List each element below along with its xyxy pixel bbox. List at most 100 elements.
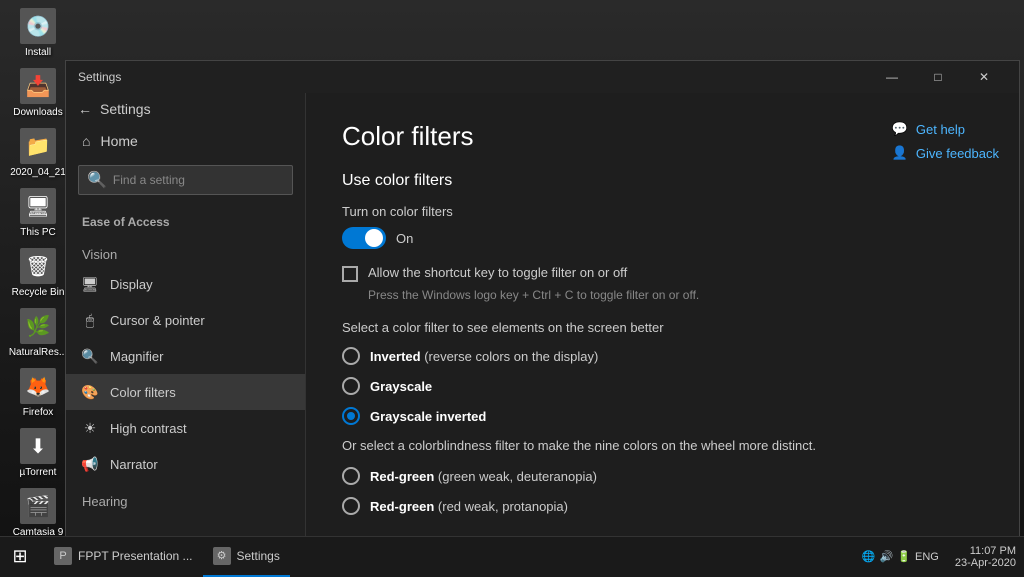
taskbar-item-fppt[interactable]: P FPPT Presentation ... (44, 537, 203, 577)
radio-grayscale-button[interactable] (342, 377, 360, 395)
toggle-row: On (342, 227, 983, 249)
radio-grayscale-inverted-label: Grayscale inverted (370, 409, 486, 424)
settings-taskbar-label: Settings (237, 549, 280, 563)
hearing-header: Hearing (66, 482, 305, 513)
radio-redgreen-protanopia: Red-green (red weak, protanopia) (342, 497, 983, 515)
settings-window: Settings — □ ✕ ← Settings ⌂ Home 🔍 (65, 60, 1020, 550)
give-feedback-icon: 👤 (892, 145, 908, 161)
taskbar: ⊞ P FPPT Presentation ... ⚙ Settings 🌐 🔊… (0, 536, 1024, 576)
desktop-icon-downloads[interactable]: 📥 Downloads (8, 68, 68, 118)
sidebar-title: Settings (100, 101, 151, 117)
sidebar-home-item[interactable]: ⌂ Home (66, 125, 305, 157)
clock-time: 11:07 PM (970, 545, 1016, 557)
give-feedback-label: Give feedback (916, 146, 999, 161)
radio-redgreen-protanopia-button[interactable] (342, 497, 360, 515)
get-help-label: Get help (916, 122, 965, 137)
radio-grayscale-label: Grayscale (370, 379, 432, 394)
display-icon: 🖥 (82, 276, 98, 292)
clock-date: 23-Apr-2020 (955, 557, 1016, 569)
maximize-button[interactable]: □ (915, 61, 961, 93)
taskbar-items: P FPPT Presentation ... ⚙ Settings (40, 537, 862, 577)
desktop-icon-naturalres[interactable]: 🌿 NaturalRes... (8, 308, 68, 358)
radio-inverted-label: Inverted (reverse colors on the display) (370, 349, 598, 364)
toggle-state-label: On (396, 231, 413, 246)
section-title: Use color filters (342, 172, 983, 190)
desktop-icon-folder[interactable]: 📁 2020_04_21 (8, 128, 68, 178)
colorblind-prompt: Or select a colorblindness filter to mak… (342, 437, 983, 455)
get-help-icon: 💬 (892, 121, 908, 137)
settings-icon: ⚙ (213, 547, 231, 565)
desktop-icon-utorrent[interactable]: ⬇ µTorrent (8, 428, 68, 478)
tray-battery-icon: 🔋 (897, 550, 911, 563)
radio-inverted: Inverted (reverse colors on the display) (342, 347, 983, 365)
radio-redgreen-weak: Red-green (green weak, deuteranopia) (342, 467, 983, 485)
minimize-button[interactable]: — (869, 61, 915, 93)
highcontrast-label: High contrast (110, 421, 187, 436)
colorfilters-label: Color filters (110, 385, 176, 400)
sidebar-back-button[interactable]: ← Settings (66, 93, 305, 125)
search-input[interactable] (113, 173, 284, 187)
desktop-icon-camtasia[interactable]: 🎬 Camtasia 9 (8, 488, 68, 538)
tray-volume-icon: 🔊 (880, 550, 894, 563)
radio-redgreen-weak-button[interactable] (342, 467, 360, 485)
start-button[interactable]: ⊞ (0, 537, 40, 577)
radio-grayscale: Grayscale (342, 377, 983, 395)
back-arrow-icon: ← (78, 101, 92, 117)
sidebar-item-magnifier[interactable]: 🔍 Magnifier (66, 338, 305, 374)
shortcut-checkbox-label: Allow the shortcut key to toggle filter … (368, 265, 627, 280)
fppt-icon: P (54, 547, 72, 565)
search-box[interactable]: 🔍 (78, 165, 293, 195)
taskbar-item-settings[interactable]: ⚙ Settings (203, 537, 290, 577)
radio-grayscale-inverted-button[interactable] (342, 407, 360, 425)
radio-inner-dot (347, 412, 355, 420)
taskbar-tray: 🌐 🔊 🔋 ENG (862, 550, 947, 563)
home-icon: ⌂ (82, 133, 90, 149)
desktop-icon-firefox[interactable]: 🦊 Firefox (8, 368, 68, 418)
radio-redgreen-weak-label: Red-green (green weak, deuteranopia) (370, 469, 597, 484)
main-content: Color filters Use color filters Turn on … (306, 93, 1019, 549)
display-label: Display (110, 277, 153, 292)
magnifier-icon: 🔍 (82, 348, 98, 364)
window-body: ← Settings ⌂ Home 🔍 Ease of Access Visio… (66, 93, 1019, 549)
narrator-icon: 📢 (82, 456, 98, 472)
search-icon: 🔍 (87, 170, 107, 190)
close-button[interactable]: ✕ (961, 61, 1007, 93)
give-feedback-link[interactable]: 👤 Give feedback (892, 145, 999, 161)
narrator-label: Narrator (110, 457, 158, 472)
fppt-label: FPPT Presentation ... (78, 549, 193, 563)
colorfilters-icon: 🎨 (82, 384, 98, 400)
desktop-icon-thispc[interactable]: 🖥 This PC (8, 188, 68, 238)
page-title: Color filters (342, 121, 983, 152)
window-title: Settings (78, 70, 869, 84)
desktop: 💿 Install 📥 Downloads 📁 2020_04_21 🖥 Thi… (0, 0, 1024, 576)
desktop-icon-install[interactable]: 💿 Install (8, 8, 68, 58)
home-label: Home (100, 133, 137, 149)
radio-grayscale-inverted: Grayscale inverted (342, 407, 983, 425)
color-filter-toggle[interactable] (342, 227, 386, 249)
help-panel: 💬 Get help 👤 Give feedback (892, 121, 999, 161)
shortcut-hint: Press the Windows logo key + Ctrl + C to… (342, 288, 983, 302)
shortcut-checkbox[interactable] (342, 266, 358, 282)
sidebar-item-display[interactable]: 🖥 Display (66, 266, 305, 302)
select-prompt: Select a color filter to see elements on… (342, 320, 983, 335)
window-controls: — □ ✕ (869, 61, 1007, 93)
cursor-label: Cursor & pointer (110, 313, 205, 328)
cursor-icon: 🖱 (82, 312, 98, 328)
toggle-knob (365, 229, 383, 247)
sidebar-item-narrator[interactable]: 📢 Narrator (66, 446, 305, 482)
get-help-link[interactable]: 💬 Get help (892, 121, 999, 137)
radio-inverted-button[interactable] (342, 347, 360, 365)
toggle-label: Turn on color filters (342, 204, 983, 219)
sidebar-item-highcontrast[interactable]: ☀ High contrast (66, 410, 305, 446)
vision-header: Vision (66, 235, 305, 266)
taskbar-clock[interactable]: 11:07 PM 23-Apr-2020 (947, 545, 1024, 569)
window-titlebar: Settings — □ ✕ (66, 61, 1019, 93)
tray-language: ENG (915, 551, 939, 563)
start-icon: ⊞ (12, 546, 27, 567)
sidebar-section-title: Ease of Access (66, 203, 305, 235)
sidebar-item-cursor[interactable]: 🖱 Cursor & pointer (66, 302, 305, 338)
desktop-icon-recyclebin[interactable]: 🗑 Recycle Bin (8, 248, 68, 298)
sidebar-item-colorfilters[interactable]: 🎨 Color filters (66, 374, 305, 410)
highcontrast-icon: ☀ (82, 420, 98, 436)
magnifier-label: Magnifier (110, 349, 163, 364)
